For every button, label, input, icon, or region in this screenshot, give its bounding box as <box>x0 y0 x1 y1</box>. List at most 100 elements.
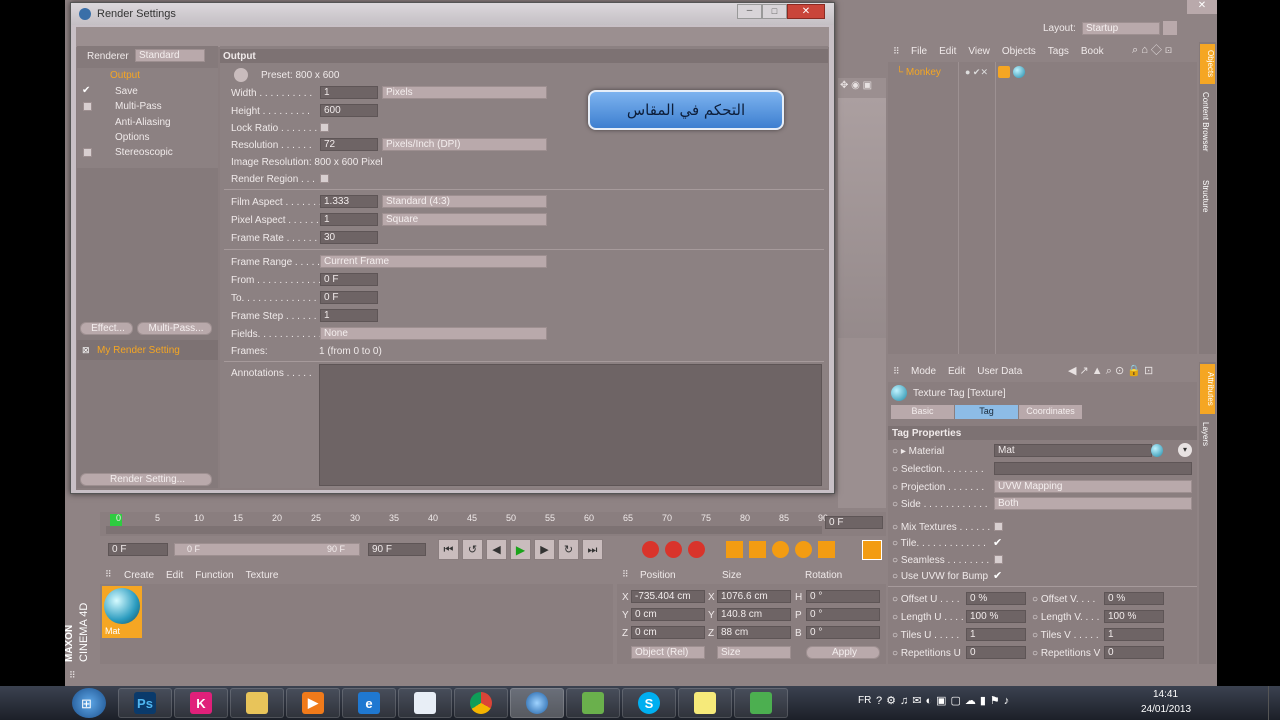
start-button[interactable]: ⊞ <box>72 688 106 718</box>
grip-icon[interactable]: ⠿ <box>105 569 112 580</box>
seamless-checkbox[interactable] <box>994 555 1003 564</box>
uvw-bump-check-icon[interactable]: ✔ <box>993 569 1002 582</box>
pixel-aspect-dropdown[interactable]: Square <box>382 213 547 226</box>
menu-objects[interactable]: Objects <box>1002 46 1036 57</box>
tab-structure[interactable]: Structure <box>1201 180 1210 212</box>
position-z-input[interactable]: 0 cm <box>631 626 705 639</box>
film-aspect-input[interactable]: 1.333 <box>320 195 378 208</box>
rotation-b-input[interactable]: 0 ° <box>806 626 880 639</box>
setting-expand-icon[interactable]: ⊠ <box>82 345 90 356</box>
material-field[interactable]: Mat <box>994 444 1152 457</box>
scale-key-icon[interactable] <box>749 541 766 558</box>
preset-icon[interactable] <box>234 68 248 82</box>
menu-book[interactable]: Book <box>1081 46 1104 57</box>
apply-button[interactable]: Apply <box>806 646 880 659</box>
nav-item-options[interactable]: Options <box>115 132 149 143</box>
material-tag-icon[interactable] <box>1013 66 1025 78</box>
visibility-icon[interactable]: ● ✔✕ <box>965 67 988 78</box>
tiles-u-input[interactable]: 1 <box>966 628 1026 641</box>
prev-frame-icon[interactable]: ◀ <box>486 539 507 560</box>
size-x-input[interactable]: 1076.6 cm <box>717 590 791 603</box>
lock-ratio-checkbox[interactable] <box>320 123 329 132</box>
clock-date[interactable]: 24/01/2013 <box>1141 704 1191 715</box>
mix-textures-checkbox[interactable] <box>994 522 1003 531</box>
repetitions-u-input[interactable]: 0 <box>966 646 1026 659</box>
timeline-window-icon[interactable] <box>862 540 882 560</box>
menu-user-data[interactable]: User Data <box>977 366 1022 377</box>
tab-layers[interactable]: Layers <box>1201 422 1210 446</box>
tab-basic[interactable]: Basic <box>891 405 954 419</box>
size-mode-dropdown[interactable]: Size <box>717 646 791 659</box>
taskbar-sticky-notes[interactable] <box>678 688 732 718</box>
maximize-icon[interactable]: □ <box>762 4 787 19</box>
nav-checkbox-multipass[interactable] <box>83 102 92 111</box>
play-icon[interactable]: ▶ <box>510 539 531 560</box>
minimize-icon[interactable]: – <box>737 4 762 19</box>
taskbar-cinema4d[interactable] <box>510 688 564 718</box>
size-z-input[interactable]: 88 cm <box>717 626 791 639</box>
nav-item-multipass[interactable]: Multi-Pass <box>115 101 162 112</box>
resolution-unit-dropdown[interactable]: Pixels/Inch (DPI) <box>382 138 547 151</box>
object-item[interactable]: └ Monkey <box>896 67 941 78</box>
size-y-input[interactable]: 140.8 cm <box>717 608 791 621</box>
tab-objects[interactable]: Objects <box>1200 44 1215 84</box>
menu-edit[interactable]: Edit <box>939 46 956 57</box>
setting-item[interactable]: My Render Setting <box>97 345 180 356</box>
taskbar-ie[interactable]: e <box>342 688 396 718</box>
taskbar-photoshop[interactable]: Ps <box>118 688 172 718</box>
to-input[interactable]: 0 F <box>320 291 378 304</box>
offset-v-input[interactable]: 0 % <box>1104 592 1164 605</box>
clock-time[interactable]: 14:41 <box>1153 689 1178 700</box>
frame-range-dropdown[interactable]: Current Frame <box>320 255 547 268</box>
taskbar-explorer[interactable] <box>230 688 284 718</box>
taskbar-skype[interactable]: S <box>622 688 676 718</box>
nav-item-stereoscopic[interactable]: Stereoscopic <box>115 147 173 158</box>
menu-edit[interactable]: Edit <box>948 366 965 377</box>
check-icon[interactable]: ✔ <box>82 85 90 96</box>
window-close-icon[interactable]: ✕ <box>787 4 825 19</box>
taskbar-chrome[interactable] <box>454 688 508 718</box>
layout-dropdown[interactable]: Startup <box>1082 22 1160 35</box>
side-dropdown[interactable]: Both <box>994 497 1192 510</box>
pla-key-icon[interactable] <box>818 541 835 558</box>
viewport-nav-icon[interactable]: ✥ ◉ ▣ <box>840 80 872 91</box>
timeline[interactable]: 0 5 10 15 20 25 30 35 40 45 50 55 60 65 70 75 80 85 90 0 F <box>100 512 886 536</box>
taskbar-utility[interactable] <box>734 688 788 718</box>
frame-step-input[interactable]: 1 <box>320 309 378 322</box>
current-frame-input[interactable]: 0 F <box>825 516 883 529</box>
next-key-icon[interactable]: ↻ <box>558 539 579 560</box>
menu-tags[interactable]: Tags <box>1048 46 1069 57</box>
render-setting-button[interactable]: Render Setting... <box>80 473 212 486</box>
go-to-end-icon[interactable]: ⏭ <box>582 539 603 560</box>
from-input[interactable]: 0 F <box>320 273 378 286</box>
language-indicator[interactable]: FR <box>858 695 871 706</box>
menu-file[interactable]: File <box>911 46 927 57</box>
selection-field[interactable] <box>994 462 1192 475</box>
width-input[interactable]: 1 <box>320 86 378 99</box>
material-thumbnail[interactable]: Mat <box>102 586 142 638</box>
annotations-textarea[interactable] <box>319 364 822 486</box>
nav-item-output[interactable]: Output <box>110 70 140 81</box>
back-arrow-icon[interactable]: ◀ ↗ ▲ ⌕ ⊙ 🔒 ⊡ <box>1068 364 1153 378</box>
tab-tag[interactable]: Tag <box>955 405 1018 419</box>
width-unit-dropdown[interactable]: Pixels <box>382 86 547 99</box>
show-desktop-button[interactable] <box>1268 686 1280 720</box>
taskbar-media[interactable]: ▶ <box>286 688 340 718</box>
menu-edit[interactable]: Edit <box>166 570 183 581</box>
menu-mode[interactable]: Mode <box>911 366 936 377</box>
multipass-button[interactable]: Multi-Pass... <box>137 322 212 335</box>
position-y-input[interactable]: 0 cm <box>631 608 705 621</box>
menu-view[interactable]: View <box>968 46 990 57</box>
tag-icon[interactable] <box>998 66 1010 78</box>
nav-checkbox-stereoscopic[interactable] <box>83 148 92 157</box>
range-slider[interactable]: 0 F 90 F <box>174 543 360 556</box>
render-region-checkbox[interactable] <box>320 174 329 183</box>
resolution-input[interactable]: 72 <box>320 138 378 151</box>
renderer-dropdown[interactable]: Standard <box>135 49 205 62</box>
menu-function[interactable]: Function <box>195 570 233 581</box>
grip-icon[interactable]: ⠿ <box>893 366 900 377</box>
layout-options-icon[interactable] <box>1163 21 1177 35</box>
tab-coordinates[interactable]: Coordinates <box>1019 405 1082 419</box>
position-x-input[interactable]: -735.404 cm <box>631 590 705 603</box>
viewport[interactable] <box>838 78 886 508</box>
